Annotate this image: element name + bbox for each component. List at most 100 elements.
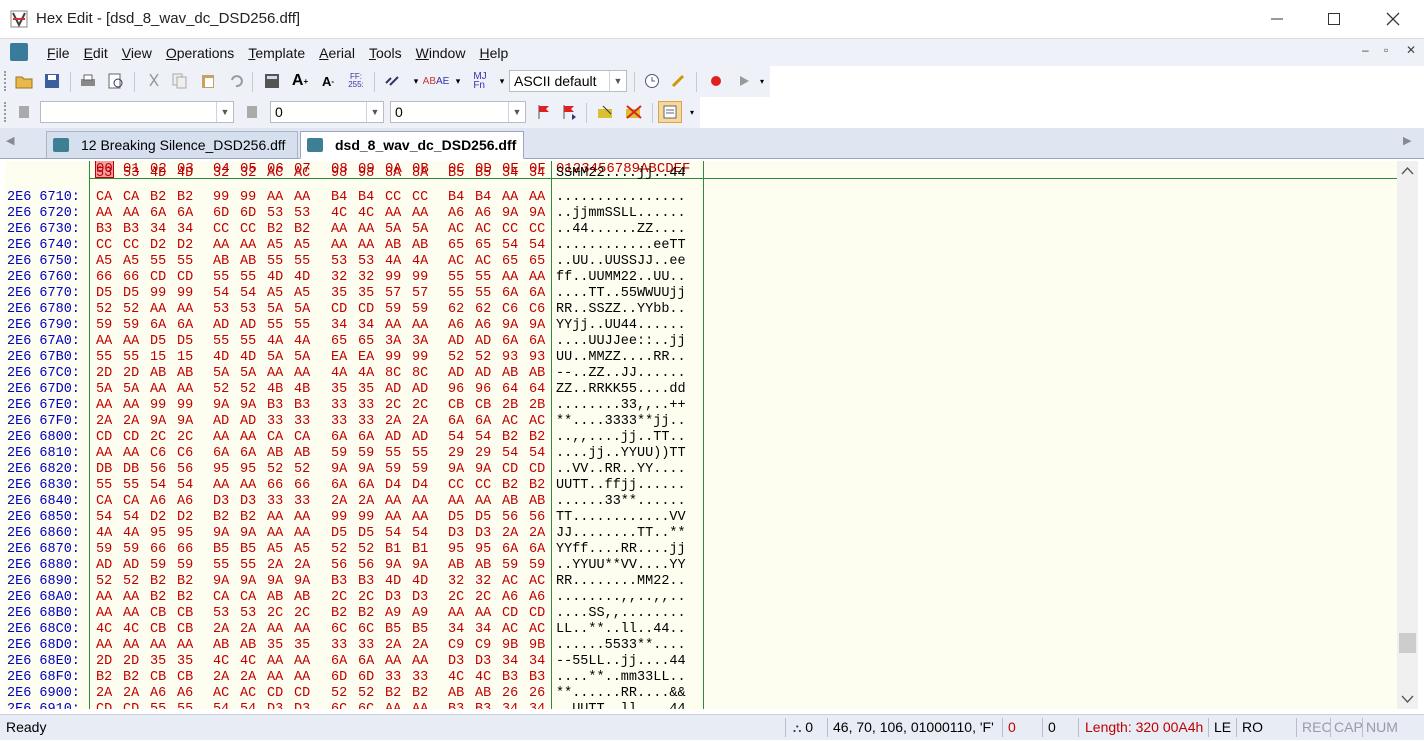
hex-byte[interactable]: 99	[358, 510, 374, 525]
hex-byte[interactable]: B3	[267, 398, 283, 413]
hex-byte[interactable]: 4C	[358, 206, 374, 221]
hex-byte[interactable]: 6D	[358, 670, 374, 685]
hex-byte[interactable]: 2A	[240, 670, 256, 685]
ascii-text[interactable]: ..UUTT..ll....44	[556, 702, 686, 709]
hex-byte[interactable]: 66	[96, 270, 112, 285]
hex-byte[interactable]: B2	[96, 670, 112, 685]
hex-byte[interactable]: 6A	[331, 654, 347, 669]
hex-byte[interactable]: 54	[96, 510, 112, 525]
hex-byte[interactable]: 2C	[412, 398, 428, 413]
hex-byte[interactable]: 9A	[213, 526, 229, 541]
hex-byte[interactable]: CD	[267, 686, 283, 701]
hex-byte[interactable]: 2A	[96, 414, 112, 429]
hex-row[interactable]: 2E6 67A0: AA AA D5 D5 55 55 4A 4A 65 65 3A 3A AD AD 6A 6…	[5, 334, 1397, 350]
menu-view[interactable]: View	[115, 45, 159, 61]
hex-byte[interactable]: 6D	[331, 670, 347, 685]
hex-byte[interactable]: 57	[412, 286, 428, 301]
ascii-text[interactable]: ZZ..RRKK55....dd	[556, 382, 686, 397]
hex-byte[interactable]: 9A	[412, 558, 428, 573]
hex-byte[interactable]: AA	[150, 638, 166, 653]
hex-byte[interactable]: 4D	[150, 166, 166, 181]
chevron-down-icon[interactable]: ▼	[508, 102, 525, 122]
hex-byte[interactable]: 52	[475, 350, 491, 365]
hex-byte[interactable]: 6A	[448, 414, 464, 429]
hex-byte[interactable]: 15	[150, 350, 166, 365]
hex-byte[interactable]: 2A	[240, 622, 256, 637]
hex-byte[interactable]: C6	[502, 302, 518, 317]
hex-byte[interactable]: 35	[294, 638, 310, 653]
hex-byte[interactable]: 6A	[150, 206, 166, 221]
hex-display-icon[interactable]: FF: 255:	[344, 70, 368, 92]
hex-byte[interactable]: A6	[150, 494, 166, 509]
hex-byte[interactable]: 6A	[358, 430, 374, 445]
hex-byte[interactable]: EA	[331, 350, 347, 365]
toolbar-grip[interactable]	[4, 71, 9, 91]
hex-byte[interactable]: 5A	[267, 302, 283, 317]
ascii-text[interactable]: ....jj..YYUU))TT	[556, 446, 686, 461]
hex-byte[interactable]: AA	[267, 190, 283, 205]
hex-byte[interactable]: A6	[475, 206, 491, 221]
hex-byte[interactable]: AC	[475, 254, 491, 269]
hex-byte[interactable]: 55	[475, 286, 491, 301]
hex-byte[interactable]: 52	[96, 574, 112, 589]
hex-byte[interactable]: 9B	[502, 638, 518, 653]
hex-byte[interactable]: 56	[529, 510, 545, 525]
hex-byte[interactable]: 52	[294, 462, 310, 477]
hex-byte[interactable]: 52	[123, 574, 139, 589]
hex-byte[interactable]: AC	[240, 686, 256, 701]
hex-byte[interactable]: 99	[331, 510, 347, 525]
ascii-text[interactable]: YYff....RR....jj	[556, 542, 686, 557]
hex-byte[interactable]: 4C	[123, 622, 139, 637]
hex-byte[interactable]: 55	[177, 702, 193, 709]
hex-byte[interactable]: 53	[96, 166, 112, 181]
toolbar-grip[interactable]	[4, 102, 9, 122]
status-val1[interactable]: 0	[1008, 715, 1016, 740]
hex-byte[interactable]: B2	[358, 606, 374, 621]
hex-byte[interactable]: AD	[240, 318, 256, 333]
hex-byte[interactable]: AB	[529, 494, 545, 509]
hex-byte[interactable]: AA	[96, 590, 112, 605]
hex-byte[interactable]: CA	[123, 494, 139, 509]
hex-byte[interactable]: 2A	[267, 558, 283, 573]
ascii-text[interactable]: UU..MMZZ....RR..	[556, 350, 686, 365]
hex-byte[interactable]: B4	[448, 190, 464, 205]
hex-byte[interactable]: AA	[294, 510, 310, 525]
hex-byte[interactable]: AA	[294, 670, 310, 685]
hex-byte[interactable]: AA	[213, 478, 229, 493]
hex-byte[interactable]: CD	[529, 462, 545, 477]
hex-byte[interactable]: 9A	[213, 398, 229, 413]
hex-byte[interactable]: AC	[502, 414, 518, 429]
hex-row[interactable]: 2E6 6740: CC CC D2 D2 AA AA A5 A5 AA AA AB AB 65 65 54 5…	[5, 238, 1397, 254]
hex-byte[interactable]: 5A	[385, 222, 401, 237]
hex-row[interactable]: 2E6 67D0: 5A 5A AA AA 52 52 4B 4B 35 35 AD AD 96 96 64 6…	[5, 382, 1397, 398]
hex-byte[interactable]: 52	[123, 302, 139, 317]
hex-byte[interactable]: 33	[294, 494, 310, 509]
hex-byte[interactable]: B2	[213, 510, 229, 525]
hex-byte[interactable]: D4	[385, 478, 401, 493]
copy-icon[interactable]	[168, 70, 192, 92]
menu-tools[interactable]: Tools	[362, 45, 409, 61]
hex-byte[interactable]: 9A	[358, 462, 374, 477]
tab-dsd-8-wav[interactable]: dsd_8_wav_dc_DSD256.dff	[300, 131, 524, 159]
menu-help[interactable]: Help	[472, 45, 515, 61]
hex-byte[interactable]: 9A	[448, 462, 464, 477]
hex-byte[interactable]: CC	[412, 190, 428, 205]
hex-byte[interactable]: D3	[385, 590, 401, 605]
mdi-restore-icon[interactable]: ▫	[1384, 43, 1388, 57]
file-length[interactable]: Length: 320 00A4h	[1085, 715, 1203, 740]
hex-byte[interactable]: AA	[385, 318, 401, 333]
bookmark-flag-icon[interactable]	[532, 101, 556, 123]
hex-byte[interactable]: 6A	[331, 478, 347, 493]
hex-byte[interactable]: CA	[96, 190, 112, 205]
hex-row[interactable]: 2E6 6780: 52 52 AA AA 53 53 5A 5A CD CD 59 59 62 62 C6 C…	[5, 302, 1397, 318]
hex-byte[interactable]: 26	[529, 686, 545, 701]
hex-byte[interactable]: 2B	[529, 398, 545, 413]
calculator-icon[interactable]	[260, 70, 284, 92]
hex-byte[interactable]: D3	[448, 526, 464, 541]
hex-byte[interactable]: 55	[213, 558, 229, 573]
hex-byte[interactable]: B3	[123, 222, 139, 237]
hex-byte[interactable]: 29	[448, 446, 464, 461]
hex-byte[interactable]: 34	[502, 702, 518, 709]
hex-row[interactable]: 2E6 6790: 59 59 6A 6A AD AD 55 55 34 34 AA AA A6 A6 9A 9…	[5, 318, 1397, 334]
hex-byte[interactable]: D5	[331, 526, 347, 541]
